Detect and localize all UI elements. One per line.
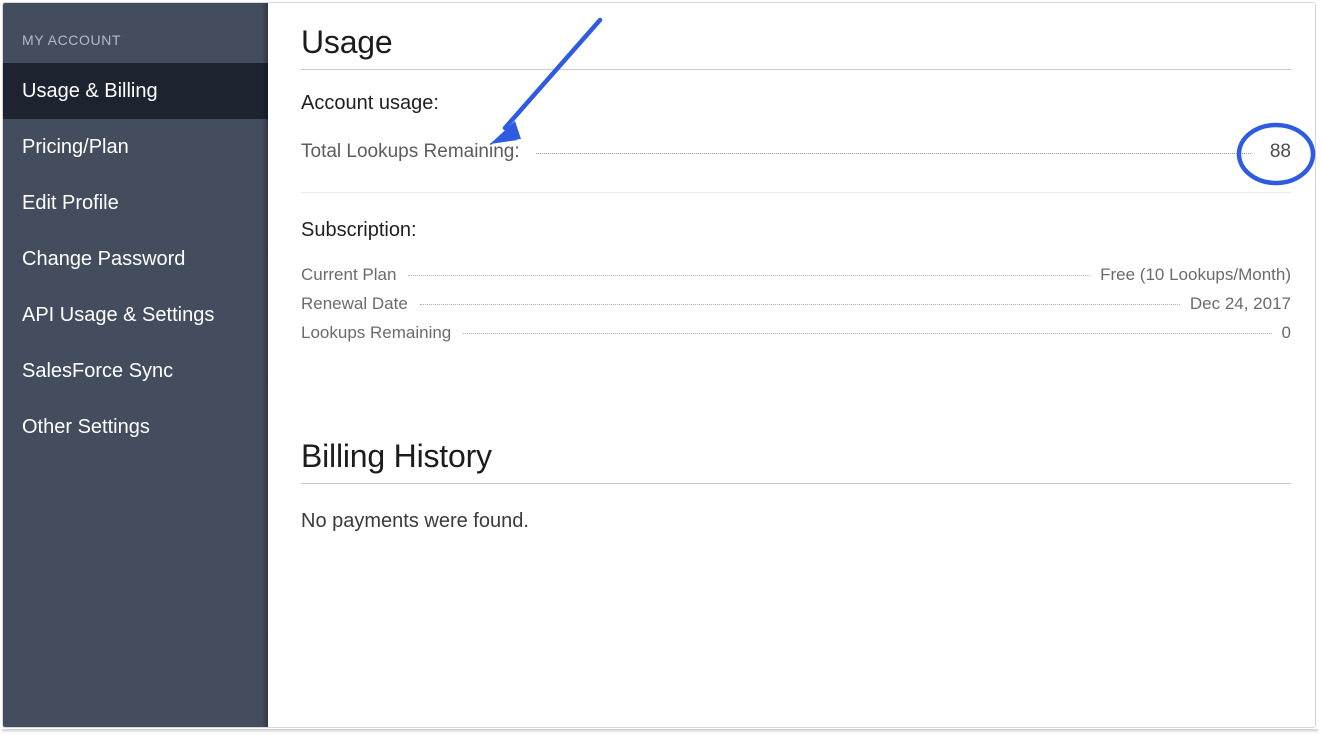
sidebar-item-label: SalesForce Sync: [22, 359, 174, 382]
content-inner: Usage Account usage: Total Lookups Remai…: [301, 3, 1291, 533]
row-label: Lookups Remaining: [301, 323, 452, 343]
row-value: 0: [1281, 323, 1291, 343]
sidebar-item-api-usage-settings[interactable]: API Usage & Settings: [3, 287, 268, 343]
billing-history-empty-message: No payments were found.: [301, 510, 529, 533]
sidebar-item-label: Other Settings: [22, 415, 150, 438]
sidebar-item-label: Pricing/Plan: [22, 135, 129, 158]
sidebar-item-label: Edit Profile: [22, 191, 119, 214]
leader-dots: [408, 275, 1091, 277]
sidebar-item-change-password[interactable]: Change Password: [3, 231, 268, 287]
sidebar-item-pricing-plan[interactable]: Pricing/Plan: [3, 119, 268, 175]
total-lookups-remaining-row: Total Lookups Remaining: 88: [301, 141, 1291, 163]
subscription-row-current-plan: Current Plan Free (10 Lookups/Month): [301, 260, 1291, 289]
page-title-billing-history: Billing History: [301, 438, 492, 475]
total-lookups-remaining-label: Total Lookups Remaining:: [301, 141, 520, 163]
subscription-row-lookups-remaining: Lookups Remaining 0: [301, 318, 1291, 347]
total-lookups-remaining-value: 88: [1269, 141, 1291, 163]
sidebar-item-label: Usage & Billing: [22, 79, 158, 102]
window-frame: MY ACCOUNT Usage & Billing Pricing/Plan …: [2, 2, 1316, 728]
row-value: Dec 24, 2017: [1189, 294, 1291, 314]
leader-dots: [535, 153, 1251, 155]
subscription-label: Subscription:: [301, 219, 417, 242]
sidebar-item-label: API Usage & Settings: [22, 303, 215, 326]
sidebar-item-salesforce-sync[interactable]: SalesForce Sync: [3, 343, 268, 399]
leader-dots: [419, 304, 1180, 306]
page-title-usage: Usage: [301, 24, 393, 60]
row-label: Current Plan: [301, 265, 397, 285]
sidebar-nav: Usage & Billing Pricing/Plan Edit Profil…: [3, 63, 268, 455]
leader-dots: [463, 333, 1272, 335]
app-window: MY ACCOUNT Usage & Billing Pricing/Plan …: [0, 0, 1322, 735]
sidebar-item-label: Change Password: [22, 247, 186, 270]
sidebar-item-usage-billing[interactable]: Usage & Billing: [3, 63, 268, 119]
sidebar-item-edit-profile[interactable]: Edit Profile: [3, 175, 268, 231]
subscription-row-renewal-date: Renewal Date Dec 24, 2017: [301, 289, 1291, 318]
sidebar-section-title: MY ACCOUNT: [22, 32, 122, 48]
sidebar-item-other-settings[interactable]: Other Settings: [3, 399, 268, 455]
account-usage-label: Account usage:: [301, 92, 439, 115]
row-label: Renewal Date: [301, 294, 408, 314]
row-value: Free (10 Lookups/Month): [1100, 265, 1291, 285]
main-content: Usage Account usage: Total Lookups Remai…: [268, 3, 1315, 727]
window-shadow: [2, 729, 1318, 733]
sidebar: MY ACCOUNT Usage & Billing Pricing/Plan …: [3, 3, 268, 727]
